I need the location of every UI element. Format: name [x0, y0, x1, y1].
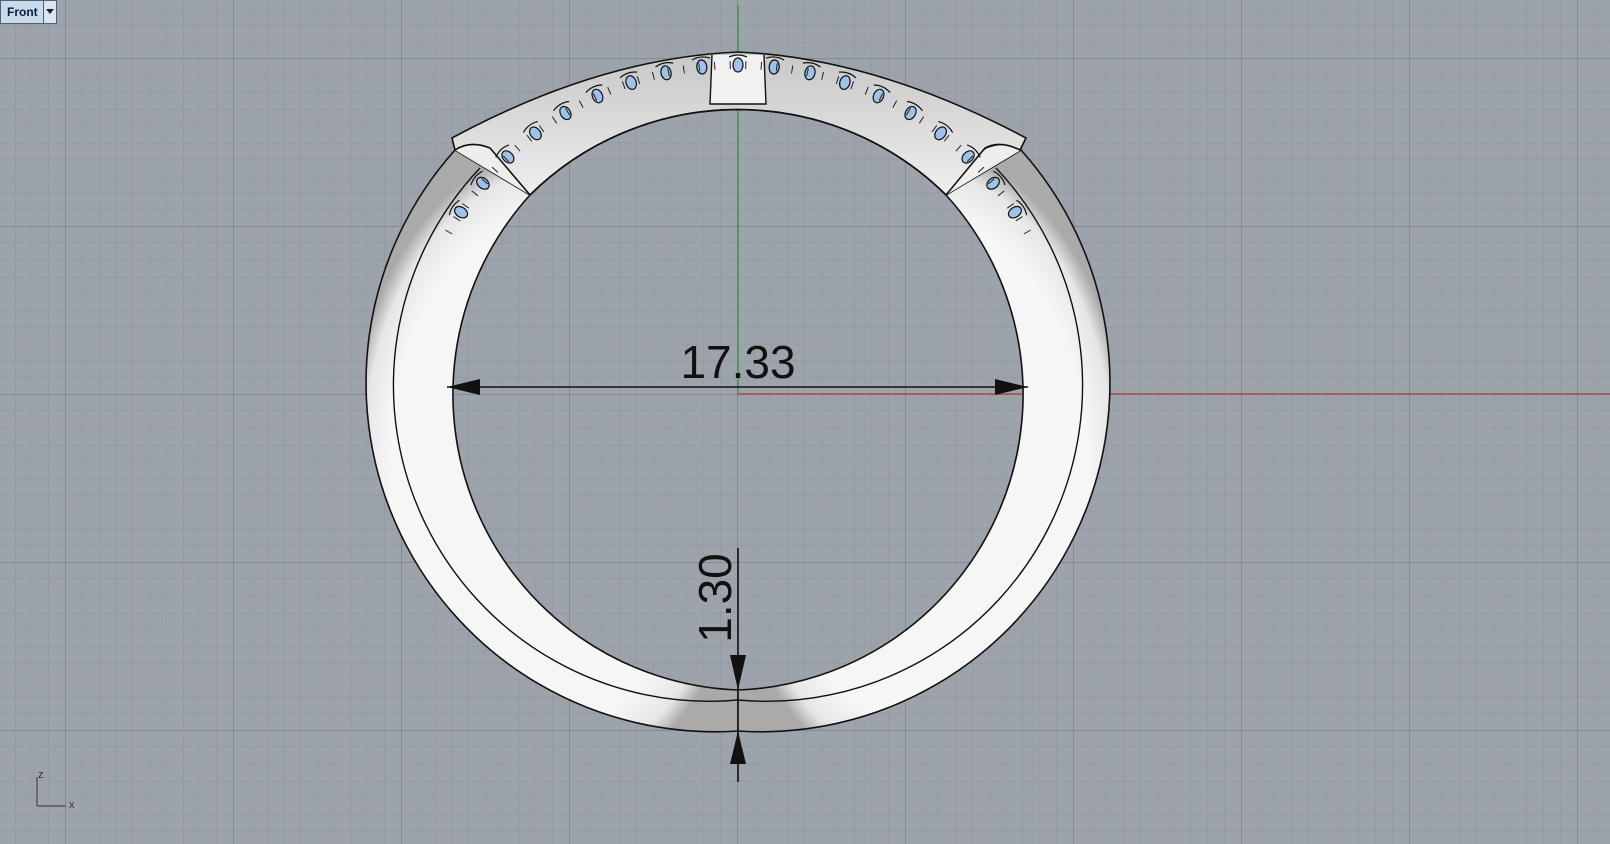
bead-tick [713, 61, 716, 70]
axis-x-label: x [69, 799, 75, 811]
axis-z-label: z [38, 769, 44, 781]
axis-triad: z x [36, 769, 75, 811]
inner-diameter-dimension[interactable]: 17.33 [447, 336, 1028, 395]
viewport-title-tab[interactable]: Front [0, 0, 57, 24]
ring-crown[interactable] [451, 51, 1028, 197]
band-thickness-label: 1.30 [689, 553, 741, 643]
band-thickness-dimension[interactable]: 1.30 [689, 548, 746, 782]
viewport-title[interactable]: Front [1, 1, 43, 23]
front-viewport[interactable]: Front 17.33 1.30 z x [0, 0, 1610, 844]
bead-tick [760, 61, 763, 70]
model-scene: 17.33 1.30 z x [36, 5, 1610, 811]
chevron-down-icon[interactable] [42, 1, 56, 23]
inner-diameter-label: 17.33 [680, 336, 795, 388]
